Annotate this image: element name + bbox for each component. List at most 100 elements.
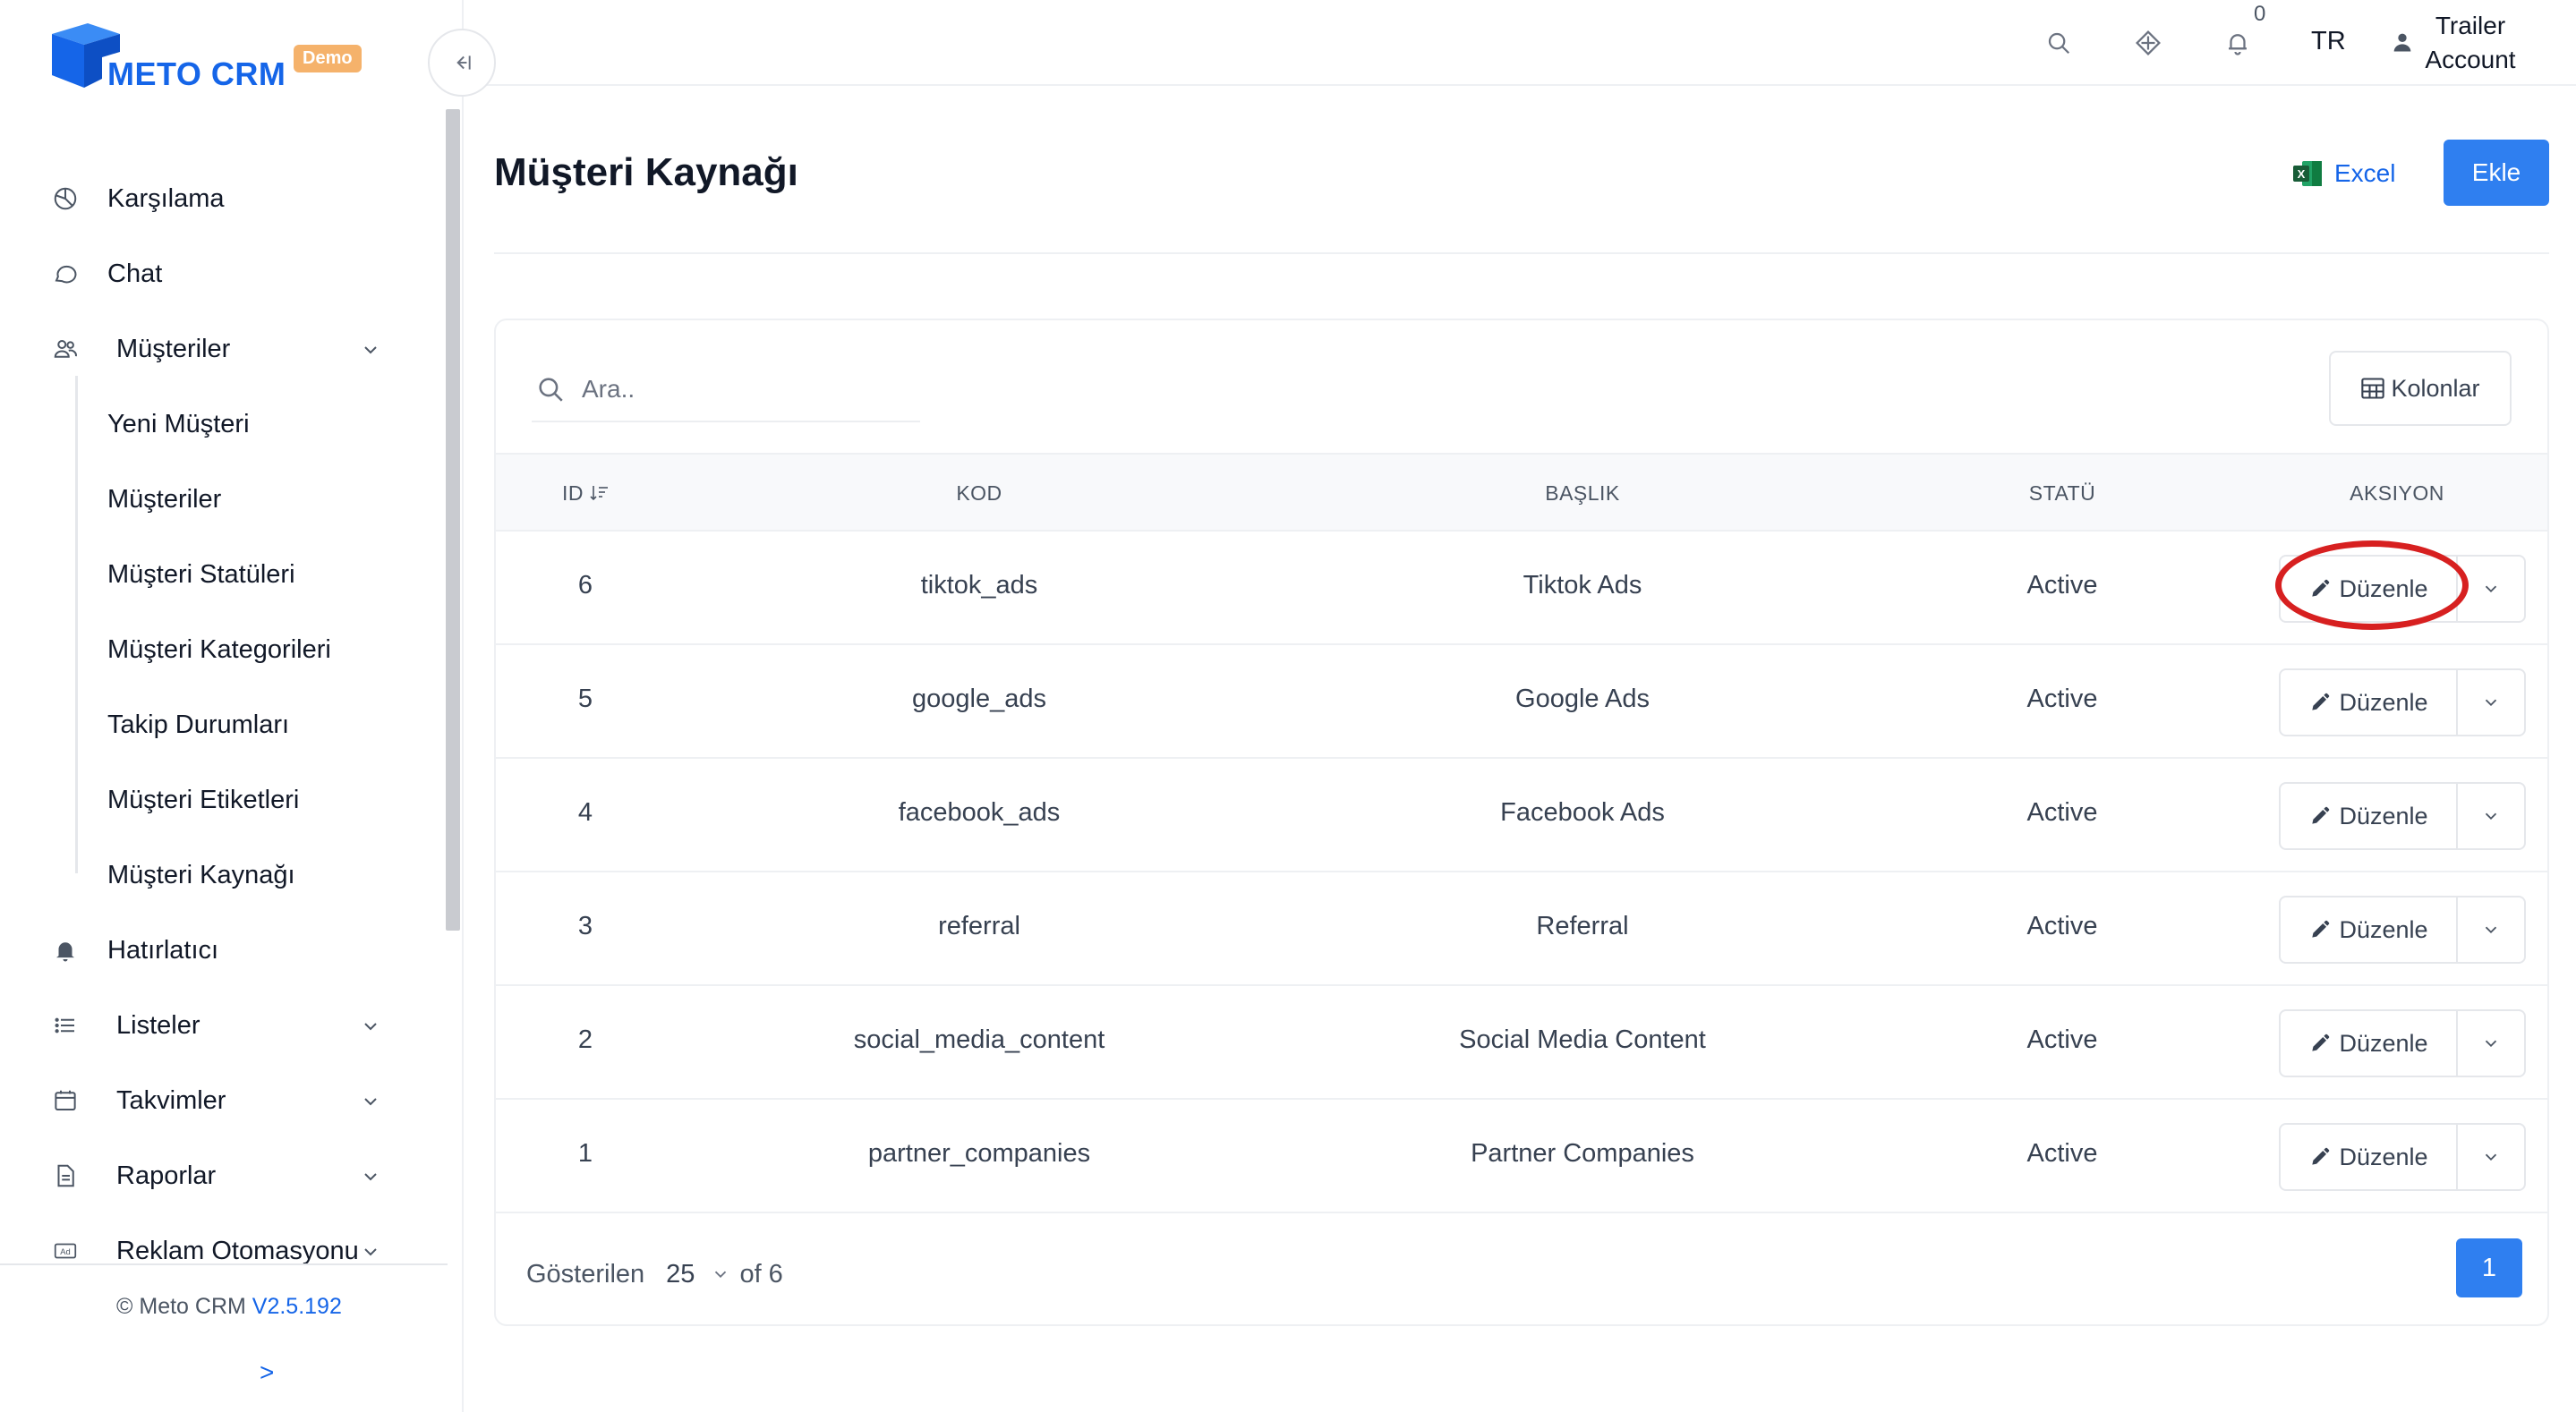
cell-baslik: Facebook Ads — [1500, 798, 1665, 827]
sidebar-item-takip-durumları[interactable]: Takip Durumları — [0, 698, 430, 752]
shown-label: Gösterilen — [526, 1259, 645, 1289]
cell-id: 2 — [577, 1025, 593, 1054]
sidebar-item-label: Müşteri Etiketleri — [107, 785, 300, 814]
sidebar-item-müşteri-kaynağı[interactable]: Müşteri Kaynağı — [0, 848, 430, 902]
pencil-icon — [2312, 1033, 2330, 1051]
sidebar-expand-button[interactable]: > — [260, 1358, 274, 1387]
chevron-down-icon — [2485, 812, 2497, 821]
table-row[interactable]: 6 tiktok_ads Tiktok Ads Active Düzenle — [496, 532, 2547, 645]
edit-button[interactable]: Düzenle — [2281, 897, 2458, 962]
row-menu-dropdown[interactable] — [2458, 1011, 2524, 1076]
table-row[interactable]: 4 facebook_ads Facebook Ads Active Düzenle — [496, 759, 2547, 872]
sidebar-item-müşteriler[interactable]: Müşteriler — [0, 322, 430, 376]
columns-button[interactable]: Kolonlar — [2329, 351, 2512, 426]
excel-label: Excel — [2334, 159, 2396, 187]
cell-id: 6 — [577, 571, 593, 600]
apps-diamond-icon[interactable] — [2132, 27, 2164, 59]
sidebar-footer — [0, 1269, 448, 1412]
table-row[interactable]: 3 referral Referral Active Düzenle — [496, 872, 2547, 986]
chevron-down-icon[interactable] — [711, 1264, 730, 1284]
row-actions: Düzenle — [2279, 668, 2526, 736]
sidebar-item-raporlar[interactable]: Raporlar — [0, 1149, 430, 1203]
edit-button[interactable]: Düzenle — [2281, 784, 2458, 848]
cell-kod: google_ads — [912, 685, 1046, 713]
row-menu-dropdown[interactable] — [2458, 897, 2524, 962]
sidebar-item-label: Müşteriler — [116, 334, 231, 363]
sidebar-item-müşteriler[interactable]: Müşteriler — [0, 472, 430, 526]
edit-button[interactable]: Düzenle — [2281, 1125, 2458, 1189]
cell-kod: social_media_content — [853, 1025, 1105, 1054]
sidebar-item-hatırlatıcı[interactable]: Hatırlatıcı — [0, 923, 430, 977]
sidebar-item-label: Müşteri Statüleri — [107, 559, 295, 589]
table-row[interactable]: 5 google_ads Google Ads Active Düzenle — [496, 645, 2547, 759]
page-button-current[interactable]: 1 — [2456, 1238, 2522, 1297]
header-kod[interactable]: KOD — [956, 481, 1002, 506]
search-input[interactable] — [582, 369, 913, 410]
cell-id: 4 — [577, 798, 593, 827]
cell-kod: partner_companies — [867, 1139, 1091, 1168]
brand-name: METO CRM — [107, 55, 286, 92]
sidebar-scrollbar[interactable] — [446, 109, 460, 931]
edit-label: Düzenle — [2339, 802, 2428, 829]
edit-button[interactable]: Düzenle — [2281, 557, 2458, 621]
sidebar: METO CRM Demo Karşılama Chat Müşteriler Yen… — [0, 0, 464, 1412]
sidebar-item-karşılama[interactable]: Karşılama — [0, 172, 430, 225]
edit-label: Düzenle — [2339, 1029, 2428, 1057]
sidebar-item-yeni-müşteri[interactable]: Yeni Müşteri — [0, 397, 430, 451]
sort-desc-icon — [590, 486, 608, 501]
sidebar-item-listeler[interactable]: Listeler — [0, 999, 430, 1052]
sidebar-item-label: Karşılama — [107, 183, 225, 213]
pagination-info: Gösterilen 25 of 6 — [526, 1256, 783, 1292]
brand-logo[interactable]: METO CRM Demo — [48, 20, 371, 92]
language-selector[interactable]: TR — [2311, 27, 2346, 56]
row-menu-dropdown[interactable] — [2458, 557, 2524, 621]
table-row[interactable]: 2 social_media_content Social Media Conten… — [496, 986, 2547, 1100]
edit-button[interactable]: Düzenle — [2281, 1011, 2458, 1076]
chevron-down-icon[interactable] — [360, 1240, 381, 1262]
sidebar-item-müşteri-kategorileri[interactable]: Müşteri Kategorileri — [0, 623, 430, 676]
sidebar-item-label: Müşteri Kategorileri — [107, 634, 331, 664]
list-icon — [50, 1010, 81, 1041]
excel-icon: X — [2293, 161, 2322, 186]
sidebar-item-label: Takip Durumları — [107, 710, 290, 739]
cell-kod: referral — [938, 912, 1020, 940]
notification-bell-icon[interactable] — [2222, 27, 2254, 59]
excel-export-button[interactable]: X Excel — [2291, 152, 2395, 195]
row-menu-dropdown[interactable] — [2458, 784, 2524, 848]
chevron-down-icon[interactable] — [360, 1090, 381, 1111]
header-baslik[interactable]: BAŞLIK — [1545, 481, 1620, 506]
row-menu-dropdown[interactable] — [2458, 670, 2524, 735]
sidebar-item-müşteri-etiketleri[interactable]: Müşteri Etiketleri — [0, 773, 430, 827]
pencil-icon — [2312, 920, 2330, 938]
search-icon[interactable] — [2043, 27, 2075, 59]
cell-id: 5 — [577, 685, 593, 713]
sidebar-collapse-button[interactable] — [428, 29, 496, 97]
chevron-down-icon[interactable] — [360, 1015, 381, 1036]
header-statu[interactable]: STATÜ — [2029, 481, 2095, 506]
table-header: ID KOD BAŞLIK STATÜ AKSIYON — [496, 453, 2547, 532]
columns-label: Kolonlar — [2391, 374, 2480, 402]
chevron-down-icon — [2485, 926, 2497, 934]
copyright-label: © Meto CRM — [116, 1294, 246, 1319]
header-id[interactable]: ID — [562, 481, 610, 506]
sidebar-item-takvimler[interactable]: Takvimler — [0, 1074, 430, 1127]
cell-id: 3 — [577, 912, 593, 940]
cell-baslik: Google Ads — [1515, 685, 1650, 713]
calendar-icon — [50, 1085, 81, 1116]
bell-icon — [50, 935, 81, 965]
edit-button[interactable]: Düzenle — [2281, 670, 2458, 735]
add-button[interactable]: Ekle — [2444, 140, 2549, 206]
user-account-menu[interactable]: Trailer Account — [2418, 9, 2522, 77]
sidebar-item-müşteri-statüleri[interactable]: Müşteri Statüleri — [0, 548, 430, 601]
edit-label: Düzenle — [2339, 574, 2428, 602]
sidebar-item-label: Listeler — [116, 1010, 200, 1040]
collapse-arrow-icon — [456, 55, 471, 70]
row-menu-dropdown[interactable] — [2458, 1125, 2524, 1189]
per-page-select[interactable]: 25 — [666, 1260, 695, 1289]
cell-baslik: Partner Companies — [1471, 1139, 1694, 1168]
cell-statu: Active — [2026, 1139, 2098, 1168]
table-row[interactable]: 1 partner_companies Partner Companies Activ… — [496, 1100, 2547, 1213]
chevron-down-icon[interactable] — [360, 338, 381, 360]
sidebar-item-chat[interactable]: Chat — [0, 247, 430, 301]
chevron-down-icon[interactable] — [360, 1165, 381, 1187]
